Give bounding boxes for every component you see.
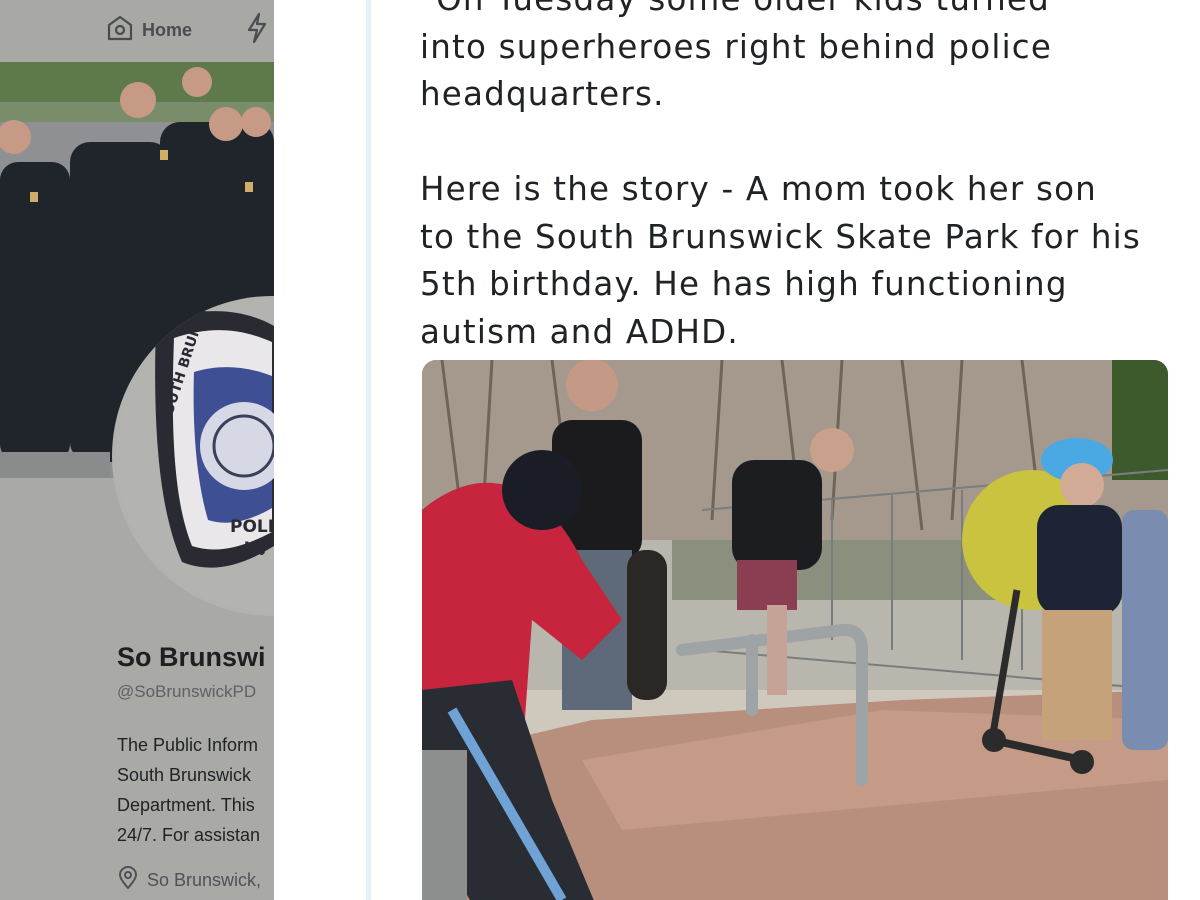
location-label: So Brunswick,	[147, 870, 262, 890]
bio-line: 24/7. For assistan	[117, 825, 261, 845]
profile-name[interactable]: So Brunswi	[117, 642, 266, 673]
profile-handle[interactable]: @SoBrunswickPD	[117, 682, 256, 702]
home-icon	[106, 14, 134, 47]
tweet-text-line: headquarters.	[420, 75, 665, 113]
nav-home-link[interactable]: Home	[106, 14, 192, 47]
tweet-card[interactable]: "On Tuesday some older kids turned into …	[371, 0, 1200, 900]
tweet-media-video[interactable]	[422, 360, 1168, 900]
location-pin-icon	[117, 866, 139, 895]
profile-bio: The Public Inform South Brunswick Depart…	[117, 730, 274, 850]
tweet-text-line: into superheroes right behind police	[420, 27, 1053, 66]
nav-home-label: Home	[142, 20, 193, 40]
badge-text-state: N.J	[244, 540, 266, 556]
bio-line: Department. This	[117, 795, 255, 815]
profile-location: So Brunswick,	[117, 866, 261, 895]
lightning-icon	[244, 12, 270, 48]
badge-text-bottom: POLI	[230, 517, 274, 537]
top-nav-bar: Home	[0, 0, 274, 60]
page-gutter	[274, 0, 366, 900]
profile-panel: Home SOUTH BRUNSW POLI N.J So Brunswi @S…	[0, 0, 274, 900]
tweet-text-line: 5th birthday. He has high functioning	[420, 265, 1068, 303]
tweet-text-line: Here is the story - A mom took her son	[420, 170, 1097, 208]
bio-line: The Public Inform	[117, 735, 259, 755]
tweet-text-line: autism and ADHD.	[420, 312, 739, 351]
bio-line: South Brunswick	[117, 765, 252, 785]
nav-moments-link[interactable]	[244, 12, 270, 48]
tweet-text: "On Tuesday some older kids turned into …	[420, 0, 1180, 356]
tweet-text-line: "On Tuesday some older kids turned	[420, 0, 1180, 24]
tweet-text-line: to the South Brunswick Skate Park for hi…	[420, 217, 1142, 256]
